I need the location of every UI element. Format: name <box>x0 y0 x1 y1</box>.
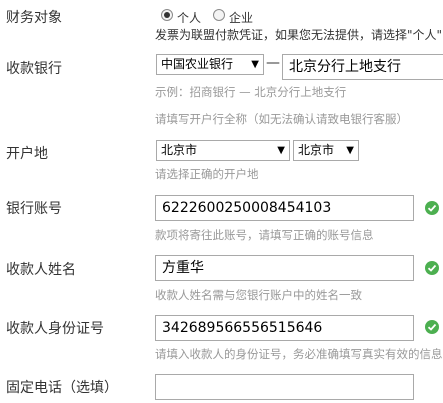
payee-hint: 收款人姓名需与您银行账户中的姓名一致 <box>155 288 362 302</box>
account-label: 银行账号 <box>6 201 62 217</box>
city-select[interactable]: 北京市 ▼ <box>293 140 359 161</box>
valid-check-icon <box>425 261 439 275</box>
city-select-value: 北京市 <box>298 143 335 157</box>
chevron-down-icon: ▼ <box>346 145 354 156</box>
payee-label: 收款人姓名 <box>6 262 76 278</box>
chevron-down-icon: ▼ <box>251 59 259 70</box>
phone-input[interactable] <box>155 374 414 400</box>
finance-label: 财务对象 <box>6 10 62 26</box>
valid-check-icon <box>425 201 439 215</box>
bank-label: 收款银行 <box>6 61 62 77</box>
bank-example: 示例：招商银行 — 北京分行上地支行 <box>155 85 347 99</box>
account-hint: 款项将寄往此账号，请填写正确的账号信息 <box>155 228 374 242</box>
province-select[interactable]: 北京市 ▼ <box>156 140 290 161</box>
bank-select[interactable]: 中国农业银行 ▼ <box>156 54 264 75</box>
branch-input[interactable]: 北京分行上地支行 <box>282 54 443 80</box>
bank-separator: — <box>266 55 280 71</box>
finance-note: 发票为联盟付款凭证，如果您无法提供，请选择"个人" <box>155 28 443 42</box>
location-label: 开户地 <box>6 146 48 162</box>
radio-company-label[interactable]: 企业 <box>229 9 253 26</box>
idcard-label: 收款人身份证号 <box>6 321 104 337</box>
bank-select-value: 中国农业银行 <box>161 57 234 71</box>
radio-personal[interactable] <box>161 9 173 21</box>
payee-input[interactable]: 方重华 <box>155 255 414 281</box>
location-hint: 请选择正确的开户地 <box>155 167 259 181</box>
radio-personal-label[interactable]: 个人 <box>177 9 201 26</box>
idcard-input[interactable]: 342689566556515646 <box>155 315 414 341</box>
account-input[interactable]: 6222600250008454103 <box>155 195 414 221</box>
valid-check-icon <box>425 320 439 334</box>
phone-label: 固定电话（选填） <box>6 380 118 396</box>
chevron-down-icon: ▼ <box>277 145 285 156</box>
idcard-hint: 请填入收款人的身份证号，务必准确填写真实有效的信息 <box>155 347 443 361</box>
province-select-value: 北京市 <box>161 143 198 157</box>
bank-hint: 请填写开户行全称（如无法确认请致电银行客服） <box>155 112 408 126</box>
radio-company[interactable] <box>213 9 225 21</box>
